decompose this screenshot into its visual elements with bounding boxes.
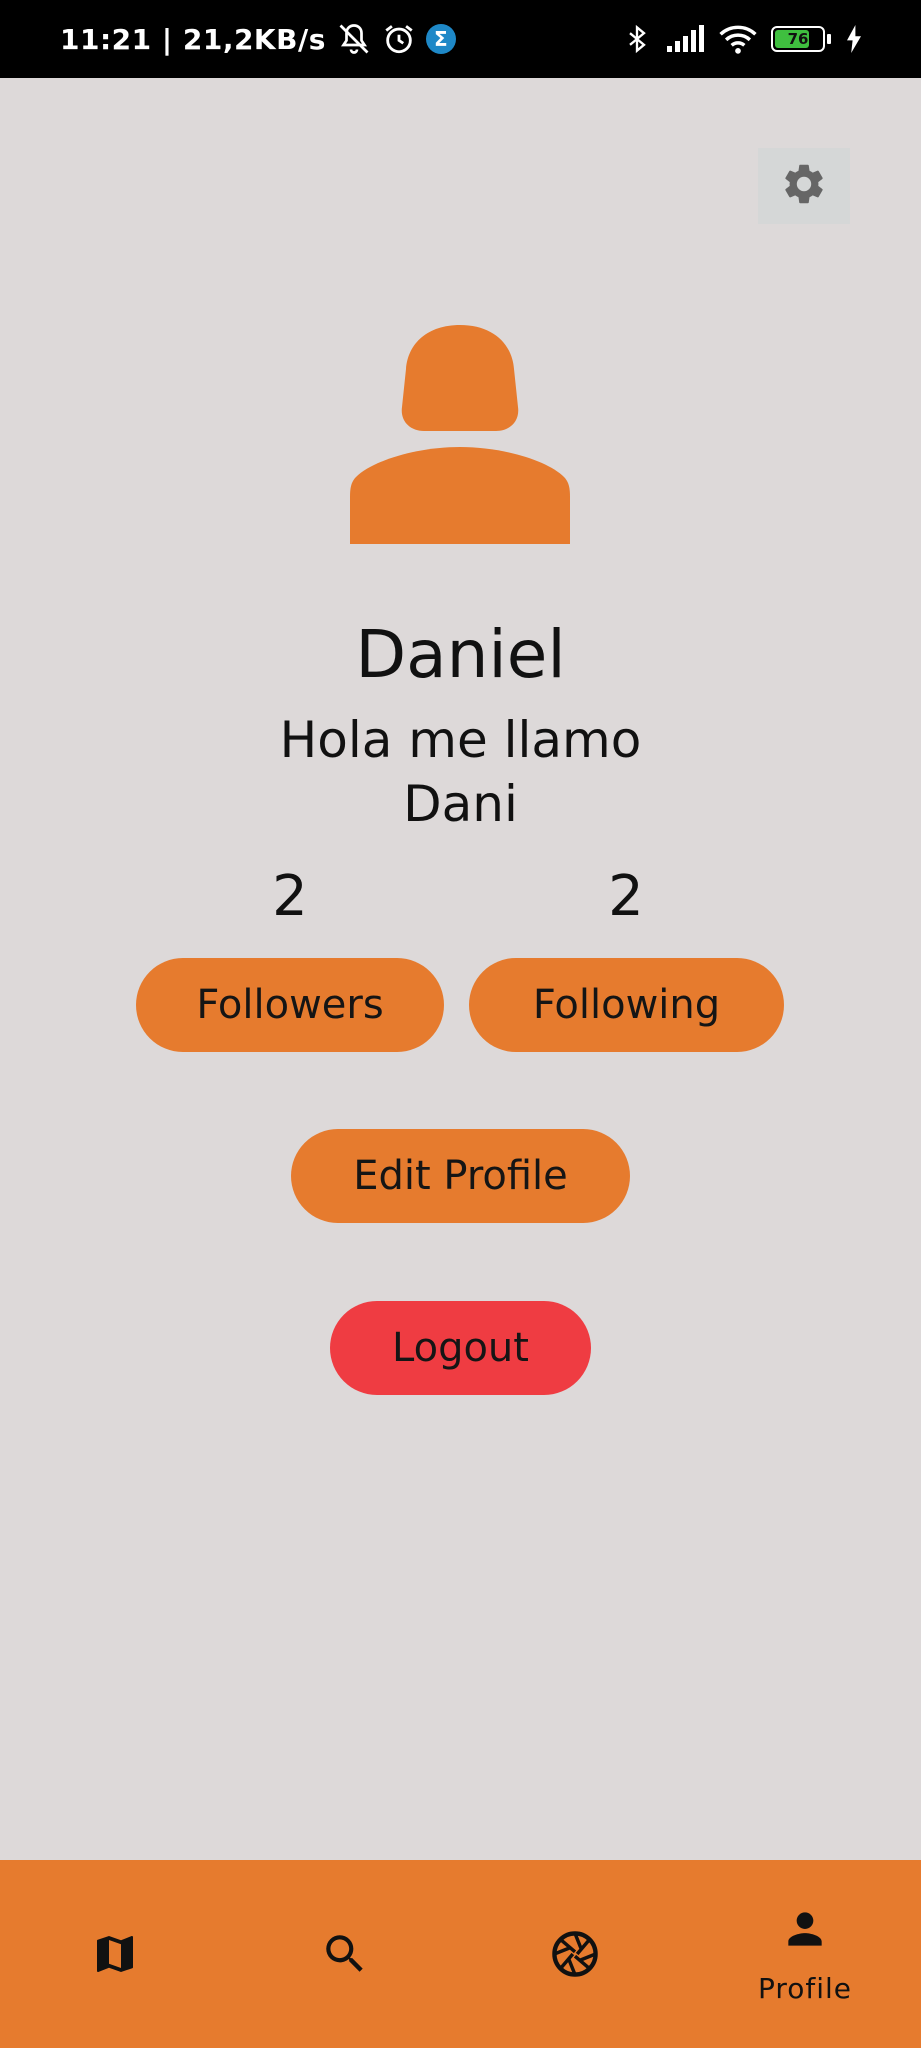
followers-count: 2 (272, 864, 308, 929)
profile-bio: Hola me llamo Dani (279, 711, 642, 833)
battery-indicator: 76 (771, 26, 825, 52)
profile-name: Daniel (355, 616, 566, 693)
signal-icon (665, 24, 705, 54)
battery-cap (827, 34, 831, 44)
person-icon (788, 1911, 822, 1946)
alarm-clock-icon (382, 22, 416, 56)
nav-item-map[interactable] (40, 1860, 190, 2048)
battery-level: 76 (787, 30, 809, 48)
status-right: 76 (623, 0, 863, 78)
search-icon (326, 1935, 363, 1972)
gear-icon (780, 160, 828, 212)
muted-bell-icon (336, 21, 372, 57)
status-left: 11:21 | 21,2KB/s Σ (60, 0, 456, 78)
settings-button[interactable] (758, 148, 850, 224)
following-count: 2 (608, 864, 644, 929)
nav-label-profile: Profile (757, 1971, 853, 2005)
sigma-app-icon: Σ (425, 24, 456, 54)
logout-button[interactable]: Logout (330, 1301, 591, 1395)
avatar (350, 322, 570, 544)
bluetooth-icon (623, 22, 651, 56)
followers-button[interactable]: Followers (136, 958, 444, 1052)
bottom-nav: Profile (0, 1860, 921, 2048)
nav-item-search[interactable] (270, 1860, 420, 2048)
status-time-speed: 11:21 | 21,2KB/s (60, 22, 326, 56)
following-button[interactable]: Following (469, 958, 784, 1052)
nav-item-profile[interactable]: Profile (730, 1860, 880, 2048)
person-silhouette-icon (350, 325, 570, 544)
charging-bolt-icon (845, 25, 863, 53)
edit-profile-button[interactable]: Edit Profile (291, 1129, 630, 1223)
camera-shutter-icon (552, 1931, 598, 1977)
wifi-icon (719, 23, 757, 55)
nav-item-camera[interactable] (500, 1860, 650, 2048)
map-icon (97, 1936, 133, 1972)
status-bar: 11:21 | 21,2KB/s Σ 76 (0, 0, 921, 78)
